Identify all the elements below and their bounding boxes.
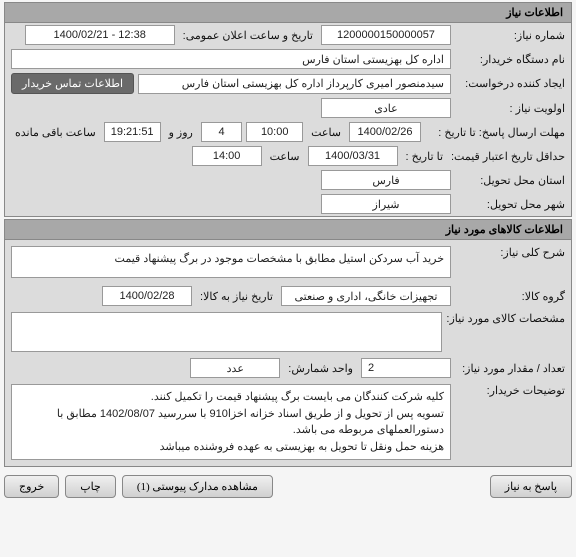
days-and-label: روز و (165, 126, 197, 139)
deadline-date-field: 1400/02/26 (349, 122, 421, 142)
remaining-time-field: 19:21:51 (104, 122, 161, 142)
deadline-time-label: ساعت (307, 126, 345, 139)
buyer-org-field: اداره کل بهزیستی استان فارس (11, 49, 451, 69)
public-datetime-field: 1400/02/21 - 12:38 (25, 25, 175, 45)
goods-info-header: اطلاعات کالاهای مورد نیاز (5, 220, 571, 240)
to-date-label: تا تاریخ : (402, 150, 447, 163)
exit-button[interactable]: خروج (4, 475, 59, 498)
deadline-label: مهلت ارسال پاسخ: تا تاریخ : (425, 126, 565, 139)
need-info-section: اطلاعات نیاز شماره نیاز: 120000015000005… (4, 2, 572, 217)
need-date-field: 1400/02/28 (102, 286, 192, 306)
creator-field: سیدمنصور امیری کارپرداز اداره کل بهزیستی… (138, 74, 451, 94)
buyer-notes-label: توضیحات خریدار: (455, 384, 565, 397)
city-label: شهر محل تحویل: (455, 198, 565, 211)
priority-field: عادی (321, 98, 451, 118)
city-field: شیراز (321, 194, 451, 214)
need-info-header: اطلاعات نیاز (5, 3, 571, 23)
unit-label: واحد شمارش: (284, 362, 357, 375)
creator-label: ایجاد کننده درخواست: (455, 77, 565, 90)
print-button[interactable]: چاپ (65, 475, 116, 498)
province-label: استان محل تحویل: (455, 174, 565, 187)
respond-button[interactable]: پاسخ به نیاز (490, 475, 572, 498)
button-bar: خروج چاپ مشاهده مدارک پیوستی (1) پاسخ به… (0, 469, 576, 504)
buyer-org-label: نام دستگاه خریدار: (455, 53, 565, 66)
min-validity-time-field: 14:00 (192, 146, 262, 166)
specs-label: مشخصات کالای مورد نیاز: (446, 312, 565, 325)
buyer-contact-button[interactable]: اطلاعات تماس خریدار (11, 73, 134, 94)
req-number-label: شماره نیاز: (455, 29, 565, 42)
req-number-field: 1200000150000057 (321, 25, 451, 45)
need-date-label: تاریخ نیاز به کالا: (196, 290, 277, 303)
remaining-days-field: 4 (201, 122, 242, 142)
group-field: تجهیزات خانگی، اداری و صنعتی (281, 286, 451, 306)
min-validity-label: حداقل تاریخ اعتبار قیمت: (451, 150, 565, 163)
buyer-notes-field: کلیه شرکت کنندگان می بایست برگ پیشنهاد ق… (11, 384, 451, 460)
goods-info-section: اطلاعات کالاهای مورد نیاز شرح کلی نیاز: … (4, 219, 572, 467)
province-field: فارس (321, 170, 451, 190)
qty-field: 2 (361, 358, 451, 378)
view-attachments-button[interactable]: مشاهده مدارک پیوستی (1) (122, 475, 273, 498)
group-label: گروه کالا: (455, 290, 565, 303)
specs-field (11, 312, 442, 352)
min-validity-date-field: 1400/03/31 (308, 146, 398, 166)
min-validity-time-label: ساعت (266, 150, 304, 163)
unit-field: عدد (190, 358, 280, 378)
qty-label: تعداد / مقدار مورد نیاز: (455, 362, 565, 375)
desc-label: شرح کلی نیاز: (455, 246, 565, 259)
remaining-suffix: ساعت باقی مانده (11, 126, 100, 139)
desc-field: خرید آب سردکن استیل مطابق با مشخصات موجو… (11, 246, 451, 278)
public-datetime-label: تاریخ و ساعت اعلان عمومی: (179, 29, 317, 42)
priority-label: اولویت نیاز : (455, 102, 565, 115)
deadline-time-field: 10:00 (246, 122, 303, 142)
